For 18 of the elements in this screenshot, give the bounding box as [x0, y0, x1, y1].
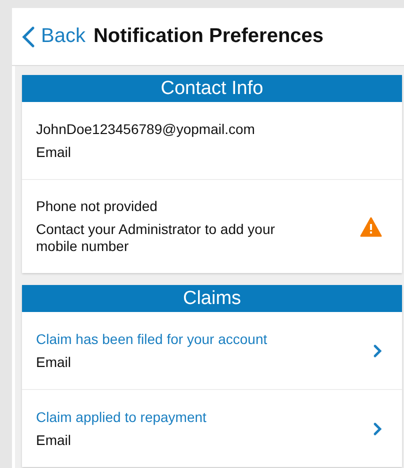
section-header: Contact Info: [22, 75, 402, 102]
warning-icon: [360, 216, 382, 236]
chevron-right-icon: [373, 344, 382, 358]
chevron-right-icon: [373, 422, 382, 436]
notification-title: Claim applied to repayment: [36, 408, 208, 425]
back-button[interactable]: Back: [22, 25, 86, 48]
preference-row[interactable]: Claim has been filed for your account Email: [22, 312, 402, 389]
contact-detail: Contact your Administrator to add your mobile number: [36, 221, 276, 255]
page-title: Notification Preferences: [93, 25, 324, 48]
channel-label: Email: [36, 432, 72, 448]
preference-row[interactable]: Claim applied to repayment Email: [22, 389, 402, 467]
notification-title: Claim has been filed for your account: [36, 330, 268, 347]
back-chevron-icon: [22, 26, 35, 48]
section-header: Claims: [22, 285, 402, 312]
contact-detail: Email: [36, 144, 72, 160]
contact-value: Phone not provided: [36, 198, 158, 214]
contact-value: JohnDoe123456789@yopmail.com: [36, 120, 256, 137]
channel-label: Email: [36, 354, 72, 370]
